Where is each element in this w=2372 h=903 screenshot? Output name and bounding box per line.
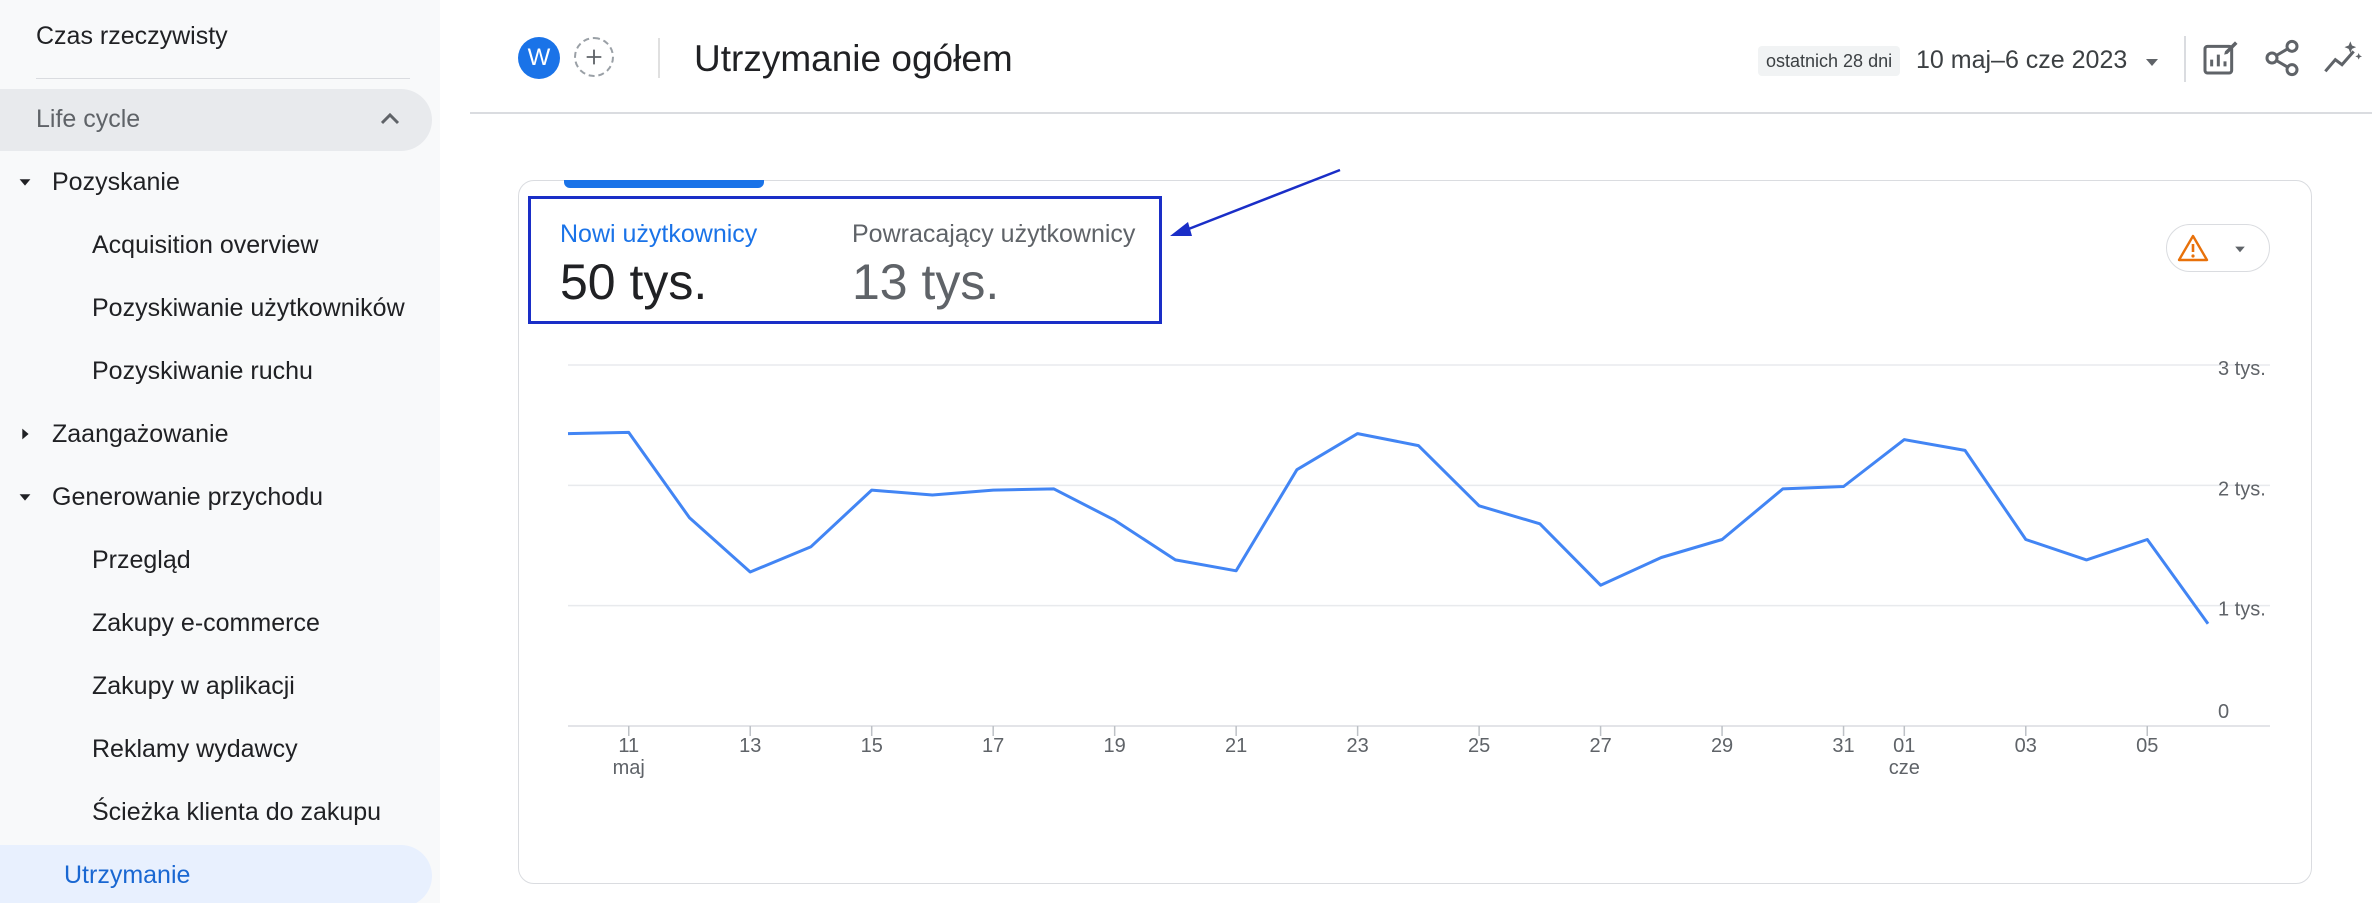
y-tick-label: 3 tys.	[2218, 358, 2266, 380]
x-tick-label: 17	[982, 735, 1004, 757]
x-tick-label: 21	[1225, 735, 1247, 757]
y-tick-label: 2 tys.	[2218, 478, 2266, 500]
x-tick-label: 11	[618, 735, 639, 757]
x-tick-label: 31	[1832, 735, 1854, 757]
x-tick-sublabel: cze	[1889, 757, 1920, 779]
x-tick-label: 15	[861, 735, 883, 757]
x-tick-label: 23	[1347, 735, 1369, 757]
x-tick-label: 27	[1589, 735, 1611, 757]
x-tick-label: 01	[1893, 735, 1915, 757]
series-line-new-users	[567, 430, 2210, 625]
y-tick-label: 1 tys.	[2218, 599, 2266, 621]
x-tick-label: 19	[1104, 735, 1126, 757]
y-tick-label: 0	[2218, 701, 2229, 723]
x-tick-label: 03	[2015, 735, 2037, 757]
x-tick-label: 13	[739, 735, 761, 757]
line-chart: 0 1 tys. 2 tys. 3 tys. 11maj 13 15 17 19 21 23 25 27…	[567, 358, 2270, 779]
x-tick-label: 05	[2136, 735, 2158, 757]
x-tick-sublabel: maj	[613, 757, 645, 779]
x-tick-label: 29	[1711, 735, 1733, 757]
x-tick-label: 25	[1468, 735, 1490, 757]
